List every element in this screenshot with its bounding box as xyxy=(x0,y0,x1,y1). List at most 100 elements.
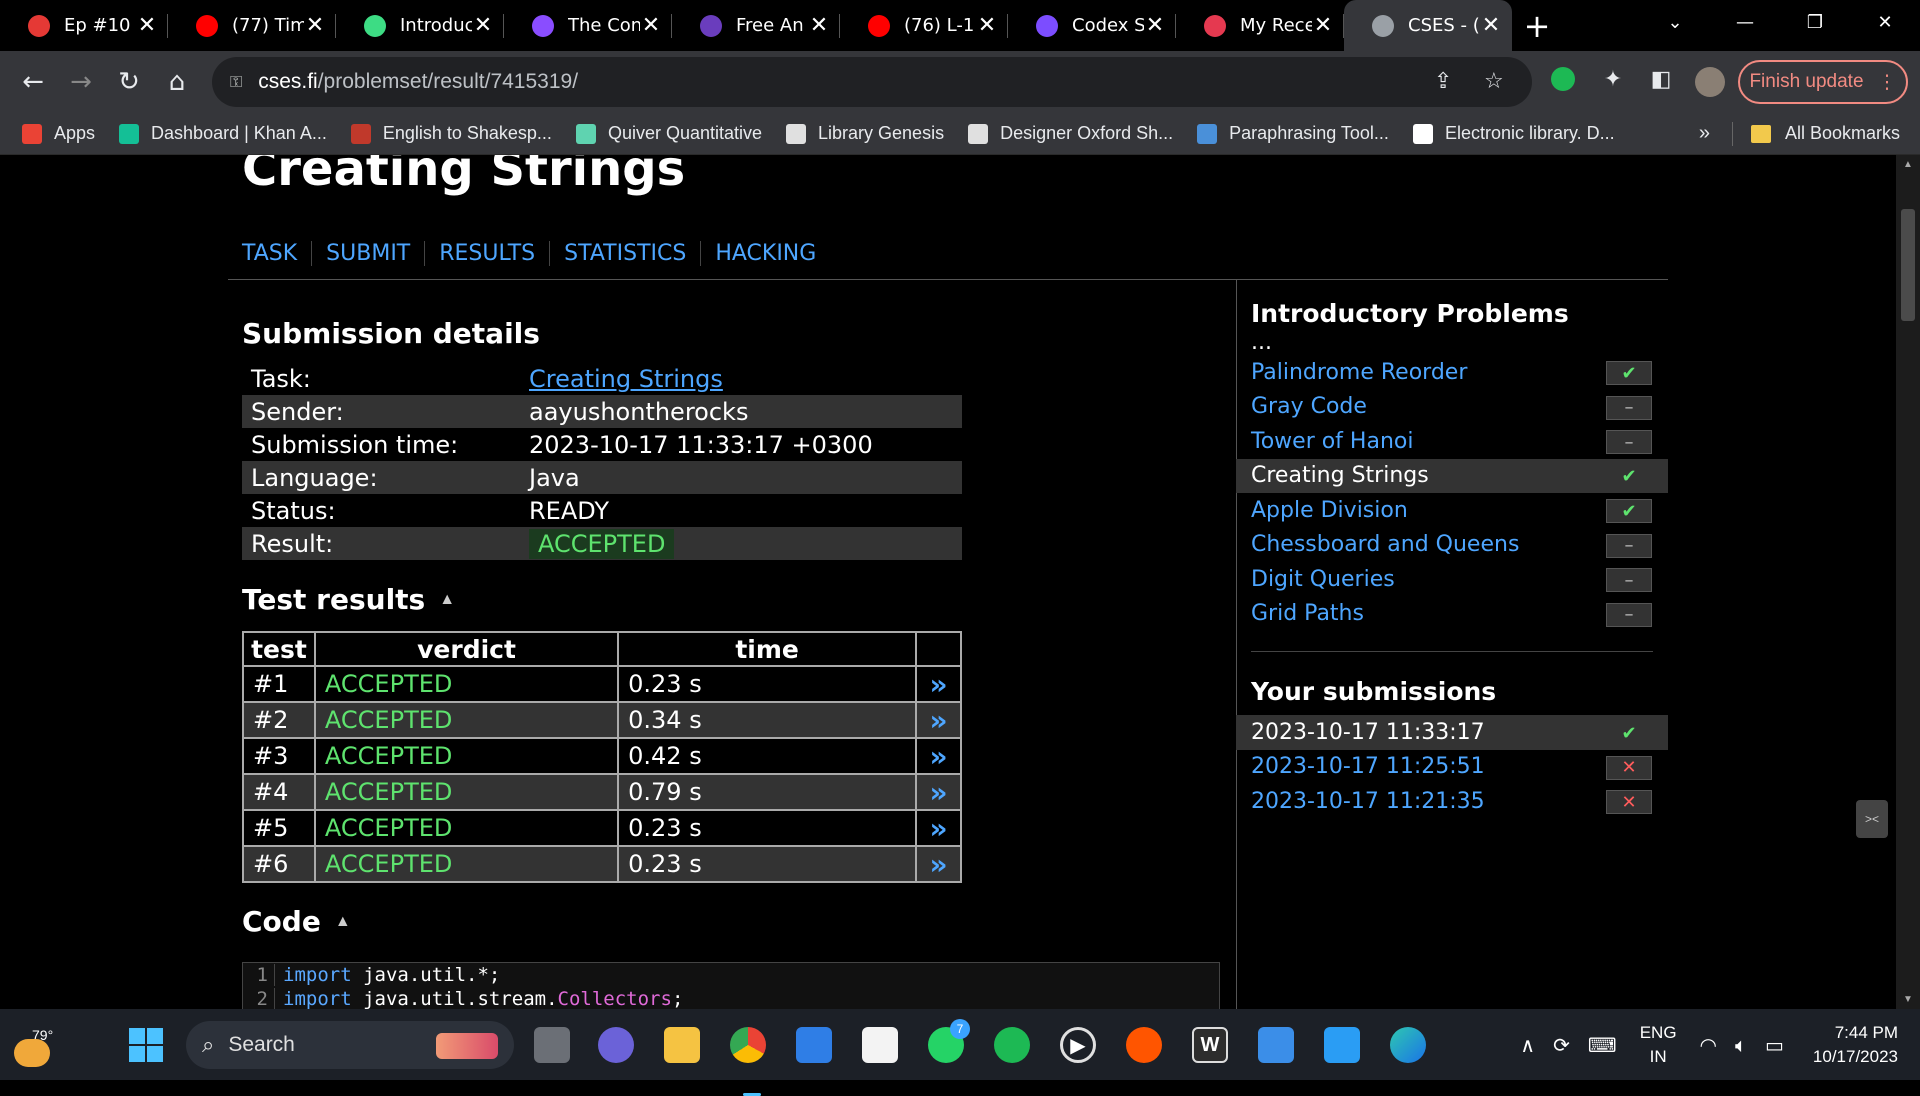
sidebar-problem-item[interactable]: Palindrome Reorder ✔ xyxy=(1236,355,1668,390)
mail-icon[interactable] xyxy=(1258,1027,1294,1063)
reload-icon[interactable]: ↻ xyxy=(105,67,153,97)
side-panel-icon[interactable]: ◧ xyxy=(1646,67,1676,97)
bookmark-item[interactable]: Library Genesis xyxy=(786,123,944,144)
view-test-link[interactable]: » xyxy=(915,773,962,811)
tab-task[interactable]: TASK xyxy=(242,241,311,266)
site-info-icon[interactable]: ⚿ xyxy=(230,72,242,92)
tab-submit[interactable]: SUBMIT xyxy=(311,241,424,266)
sidebar-problem-item[interactable]: Grid Paths – xyxy=(1236,597,1668,632)
minimize-icon[interactable]: — xyxy=(1710,0,1780,45)
media-player-icon[interactable] xyxy=(796,1027,832,1063)
extensions-puzzle-icon[interactable]: ✦ xyxy=(1598,67,1628,97)
collapse-triangle-icon[interactable]: ▲ xyxy=(439,591,455,609)
close-tab-icon[interactable]: ✕ xyxy=(1312,13,1334,38)
browser-tab[interactable]: Codex S ✕ xyxy=(1008,0,1176,51)
start-icon[interactable] xyxy=(128,1027,164,1063)
sidebar-problem-item[interactable]: Digit Queries – xyxy=(1236,562,1668,597)
new-tab-button[interactable]: + xyxy=(1512,7,1562,45)
clock[interactable]: 7:44 PM 10/17/2023 xyxy=(1793,1021,1920,1069)
taskbar-search[interactable]: ⌕ Search xyxy=(186,1021,514,1069)
finish-update-button[interactable]: Finish update ⋮ xyxy=(1738,60,1908,104)
tab-statistics[interactable]: STATISTICS xyxy=(549,241,700,266)
browser-tab[interactable]: (76) L-1. ✕ xyxy=(840,0,1008,51)
close-tab-icon[interactable]: ✕ xyxy=(472,13,494,38)
browser-tab[interactable]: The Con ✕ xyxy=(504,0,672,51)
address-bar[interactable]: ⚿ cses.fi/problemset/result/7415319/ ⇪ ☆ xyxy=(212,57,1532,107)
browser-tab[interactable]: Introduc ✕ xyxy=(336,0,504,51)
task-view-icon[interactable] xyxy=(534,1027,570,1063)
scroll-down-icon[interactable]: ▼ xyxy=(1896,994,1920,1005)
bookmark-item[interactable]: Electronic library. D... xyxy=(1412,123,1615,144)
submission-item[interactable]: 2023-10-17 11:21:35 ✕ xyxy=(1236,784,1668,819)
close-tab-icon[interactable]: ✕ xyxy=(808,13,830,38)
tab-search-icon[interactable]: ⌄ xyxy=(1640,0,1710,45)
edge-icon[interactable] xyxy=(1390,1027,1426,1063)
view-test-link[interactable]: » xyxy=(915,665,962,703)
scrollbar-thumb[interactable] xyxy=(1901,209,1915,321)
close-tab-icon[interactable]: ✕ xyxy=(976,13,998,38)
profile-avatar[interactable] xyxy=(1695,67,1725,97)
browser-tab[interactable]: Ep #10 | ✕ xyxy=(0,0,168,51)
close-tab-icon[interactable]: ✕ xyxy=(304,13,326,38)
problem-link[interactable]: Digit Queries xyxy=(1251,567,1395,592)
vertical-scrollbar[interactable]: ▲ ▼ xyxy=(1896,155,1920,1009)
language-indicator[interactable]: ENG IN xyxy=(1626,1021,1691,1069)
close-tab-icon[interactable]: ✕ xyxy=(640,13,662,38)
keyboard-icon[interactable]: ⌨ xyxy=(1579,1033,1626,1057)
tab-results[interactable]: RESULTS xyxy=(424,241,549,266)
spotify-icon[interactable] xyxy=(994,1027,1030,1063)
volume-icon[interactable]: 🔈︎ xyxy=(1726,1033,1756,1057)
bookmark-item[interactable]: Quiver Quantitative xyxy=(575,123,762,144)
submission-item[interactable]: 2023-10-17 11:25:51 ✕ xyxy=(1236,750,1668,785)
browser-tab[interactable]: (77) Tim ✕ xyxy=(168,0,336,51)
collapse-triangle-icon[interactable]: ▲ xyxy=(335,913,351,931)
test-results-header[interactable]: Test results ▲ xyxy=(242,583,455,616)
view-test-link[interactable]: » xyxy=(915,737,962,775)
browser-tab[interactable]: Free An ✕ xyxy=(672,0,840,51)
sidebar-problem-item[interactable]: Gray Code – xyxy=(1236,390,1668,425)
back-icon[interactable]: ← xyxy=(9,67,57,97)
bookmark-item[interactable]: Designer Oxford Sh... xyxy=(968,123,1173,144)
floating-widget-icon[interactable]: >< xyxy=(1856,800,1888,838)
problem-link[interactable]: Gray Code xyxy=(1251,394,1367,419)
share-icon[interactable]: ⇪ xyxy=(1434,69,1452,94)
vscode-icon[interactable] xyxy=(1324,1027,1360,1063)
wifi-icon[interactable]: ◠ xyxy=(1691,1033,1726,1057)
teams-chat-icon[interactable] xyxy=(598,1027,634,1063)
close-window-icon[interactable]: ✕ xyxy=(1850,0,1920,45)
close-tab-icon[interactable]: ✕ xyxy=(1144,13,1166,38)
sidebar-problem-item[interactable]: Tower of Hanoi – xyxy=(1236,424,1668,459)
view-test-link[interactable]: » xyxy=(915,701,962,739)
all-bookmarks-link[interactable]: All Bookmarks xyxy=(1785,123,1900,144)
view-test-link[interactable]: » xyxy=(915,845,962,883)
bookmark-star-icon[interactable]: ☆ xyxy=(1484,69,1504,94)
show-hidden-icons-icon[interactable]: ∧ xyxy=(1511,1033,1544,1057)
bookmarks-overflow-icon[interactable]: » xyxy=(1699,122,1710,145)
task-link[interactable]: Creating Strings xyxy=(529,365,723,393)
forward-icon[interactable]: → xyxy=(57,67,105,97)
submission-link[interactable]: 2023-10-17 11:21:35 xyxy=(1251,789,1485,814)
scroll-up-icon[interactable]: ▲ xyxy=(1896,159,1920,170)
browser-tab[interactable]: CSES - (✕ xyxy=(1344,0,1512,51)
restore-icon[interactable]: ❐ xyxy=(1780,0,1850,45)
submission-link[interactable]: 2023-10-17 11:25:51 xyxy=(1251,754,1485,779)
battery-icon[interactable]: ▭ xyxy=(1756,1033,1793,1057)
sidebar-problem-item[interactable]: Apple Division ✔ xyxy=(1236,493,1668,528)
tab-hacking[interactable]: HACKING xyxy=(700,241,830,266)
problem-link[interactable]: Palindrome Reorder xyxy=(1251,360,1467,385)
extension-green-icon[interactable] xyxy=(1548,67,1578,97)
microsoft-store-icon[interactable] xyxy=(862,1027,898,1063)
bookmark-item[interactable]: English to Shakesp... xyxy=(350,123,552,144)
view-test-link[interactable]: » xyxy=(915,809,962,847)
bookmark-item[interactable]: Apps xyxy=(22,123,95,144)
problem-link[interactable]: Tower of Hanoi xyxy=(1251,429,1413,454)
w-app-icon[interactable]: W xyxy=(1192,1027,1228,1063)
problem-link[interactable]: Apple Division xyxy=(1251,498,1408,523)
chrome-icon[interactable] xyxy=(730,1027,766,1096)
close-tab-icon[interactable]: ✕ xyxy=(136,13,158,38)
file-explorer-icon[interactable] xyxy=(664,1027,700,1063)
play-circle-icon[interactable]: ▶ xyxy=(1060,1027,1096,1063)
sync-icon[interactable]: ⟳ xyxy=(1544,1033,1579,1057)
bookmark-item[interactable]: Paraphrasing Tool... xyxy=(1197,123,1389,144)
bookmark-item[interactable]: Dashboard | Khan A... xyxy=(119,123,327,144)
